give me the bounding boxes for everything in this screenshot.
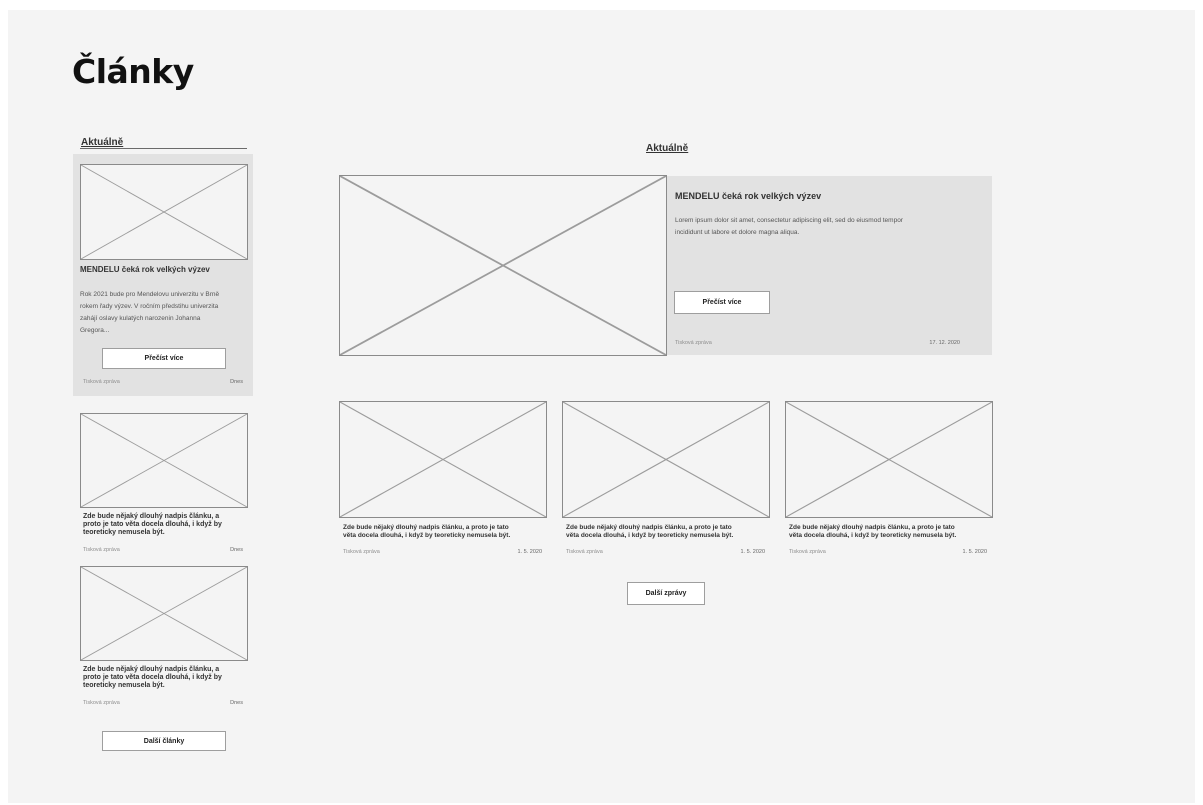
excerpt-line: incididunt ut labore et dolore magna ali… [675,229,800,236]
title-line: Zde bude nějaký dlouhý nadpis článku, a … [789,524,955,531]
title-line: Zde bude nějaký dlouhý nadpis článku, a [83,666,220,673]
hero-panel [667,176,992,355]
article-category: Tisková zpráva [343,549,380,555]
article-date: Dnes [230,700,243,706]
title-line: teoreticky nemusela být. [83,529,165,536]
article-category: Tisková zpráva [83,379,120,385]
title-line: věta docela dlouhá, i když by teoreticky… [343,531,511,539]
hero-title[interactable]: MENDELU čeká rok velkých výzev [675,192,975,201]
article-category: Tisková zpráva [566,549,603,555]
excerpt-line: Lorem ipsum dolor sit amet, consectetur … [675,217,903,224]
title-line: Zde bude nějaký dlouhý nadpis článku, a [83,513,220,520]
news-title[interactable]: Zde bude nějaký dlouhý nadpis článku, a … [789,524,995,539]
news-title[interactable]: Zde bude nějaký dlouhý nadpis článku, a … [343,524,553,539]
article-date: 1. 5. 2020 [740,549,765,555]
article-date: 1. 5. 2020 [517,549,542,555]
hero-read-more-button[interactable]: Přečíst více [674,291,770,314]
article-date: Dnes [230,547,243,553]
image-placeholder[interactable] [785,401,993,518]
image-placeholder[interactable] [562,401,770,518]
sidebar-section-label: Aktuálně [81,137,124,148]
news-title[interactable]: Zde bude nějaký dlouhý nadpis článku, a … [566,524,776,539]
sidebar-featured-excerpt: Rok 2021 bude pro Mendelovu univerzitu v… [80,289,255,337]
title-line: Zde bude nějaký dlouhý nadpis článku, a … [566,524,732,531]
sidebar-section-divider [80,148,247,149]
title-line: proto je tato věta docela dlouhá, i když… [83,674,222,681]
more-articles-button[interactable]: Další články [102,731,226,751]
hero-excerpt: Lorem ipsum dolor sit amet, consectetur … [675,215,985,239]
sidebar-featured-title[interactable]: MENDELU čeká rok velkých výzev [80,265,250,274]
sidebar-article-title[interactable]: Zde bude nějaký dlouhý nadpis článku, a … [83,666,255,690]
image-placeholder[interactable] [80,413,248,508]
read-more-button[interactable]: Přečíst více [102,348,226,369]
article-date: 1. 5. 2020 [962,549,987,555]
image-placeholder[interactable] [80,566,248,661]
article-category: Tisková zpráva [83,700,120,706]
article-date: Dnes [230,379,243,385]
page-title: Články [72,52,194,91]
title-line: teoreticky nemusela být. [83,682,165,689]
article-date: 17. 12. 2020 [929,340,960,346]
article-category: Tisková zpráva [83,547,120,553]
title-line: Zde bude nějaký dlouhý nadpis článku, a … [343,524,509,531]
main-section-label: Aktuálně [646,143,689,154]
article-category: Tisková zpráva [789,549,826,555]
excerpt-line: Rok 2021 bude pro Mendelovu univerzitu v… [80,291,220,298]
title-line: věta docela dlouhá, i když by teoreticky… [789,531,957,539]
more-news-button[interactable]: Další zprávy [627,582,705,605]
title-line: proto je tato věta docela dlouhá, i když… [83,521,222,528]
article-category: Tisková zpráva [675,340,712,346]
sidebar-article-title[interactable]: Zde bude nějaký dlouhý nadpis článku, a … [83,513,255,537]
title-line: věta docela dlouhá, i když by teoreticky… [566,531,734,539]
image-placeholder [80,164,248,260]
excerpt-line: rokem řady výzev. V ročním předstihu uni… [80,303,219,310]
image-placeholder[interactable] [339,401,547,518]
hero-image-placeholder[interactable] [339,175,667,356]
excerpt-line: Gregora... [80,327,110,334]
excerpt-line: zahájí oslavy kulatých narozenin Johanna [80,315,201,322]
